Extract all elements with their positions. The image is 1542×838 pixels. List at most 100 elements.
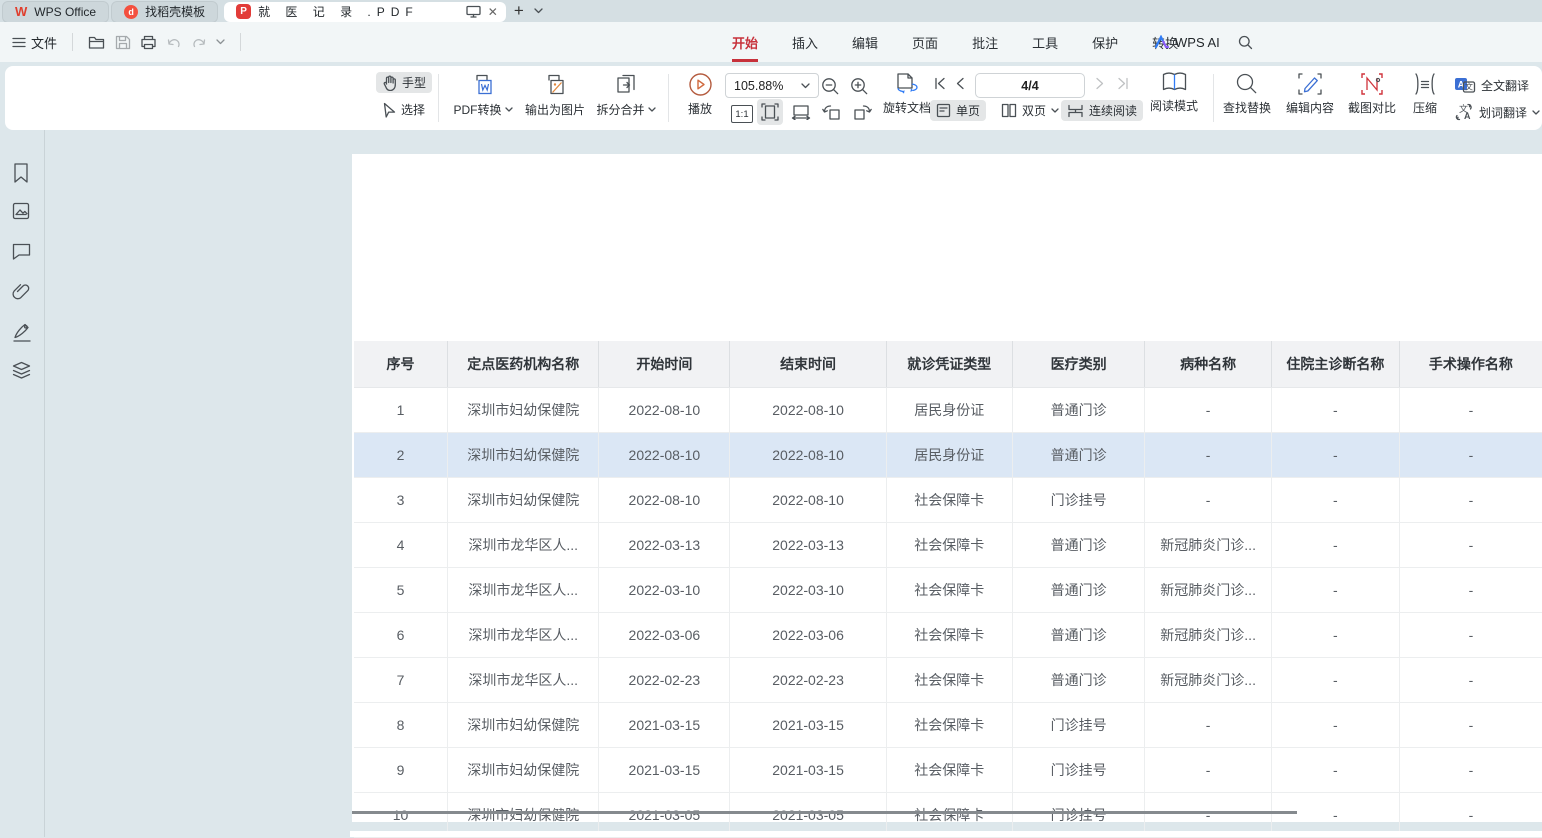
table-cell: 深圳市妇幼保健院 (448, 703, 599, 748)
table-cell: 2021-03-15 (730, 748, 886, 793)
table-cell: 2021-03-15 (730, 703, 886, 748)
menu-tab-3[interactable]: 页面 (910, 29, 940, 56)
play-button[interactable]: 播放 (677, 72, 723, 117)
new-tab-button[interactable]: + (514, 1, 524, 21)
close-icon[interactable]: ✕ (488, 5, 498, 19)
file-menu-button[interactable]: 文件 (12, 33, 57, 52)
rotate-left-button[interactable] (818, 100, 845, 124)
table-cell: 深圳市妇幼保健院 (448, 478, 599, 523)
reading-mode-button[interactable]: 阅读模式 (1145, 70, 1203, 114)
reading-mode-label: 阅读模式 (1150, 97, 1198, 114)
table-cell: - (1271, 703, 1399, 748)
table-row: 6深圳市龙华区人...2022-03-062022-03-06社会保障卡普通门诊… (354, 613, 1542, 658)
wps-ai-icon (1154, 35, 1170, 49)
table-cell: 5 (354, 568, 448, 613)
single-page-icon (936, 103, 951, 118)
table-row: 9深圳市妇幼保健院2021-03-152021-03-15社会保障卡门诊挂号--… (354, 748, 1542, 793)
find-replace-button[interactable]: 查找替换 (1217, 72, 1277, 116)
menu-tab-0[interactable]: 开始 (730, 29, 760, 56)
rotate-right-button[interactable] (849, 100, 876, 124)
docer-icon: d (124, 5, 138, 19)
divider (72, 33, 73, 51)
comment-icon[interactable] (11, 242, 32, 261)
full-text-translate-button[interactable]: A文 全文翻译 (1448, 74, 1535, 96)
ribbon-search-icon[interactable] (1238, 35, 1253, 50)
menu-tab-6[interactable]: 保护 (1090, 29, 1120, 56)
edit-content-button[interactable]: 编辑内容 (1279, 72, 1341, 116)
double-page-label: 双页 (1022, 102, 1046, 119)
compress-icon (1412, 72, 1438, 96)
thumbnail-icon[interactable] (11, 201, 31, 221)
wps-ai-button[interactable]: WPS AI (1154, 35, 1220, 50)
zoom-level-select[interactable]: 105.88% (725, 73, 819, 98)
rotate-document-icon (893, 70, 921, 96)
table-row: 7深圳市龙华区人...2022-02-232022-02-23社会保障卡普通门诊… (354, 658, 1542, 703)
table-cell: 8 (354, 703, 448, 748)
select-tool-button[interactable]: 选择 (376, 99, 431, 120)
export-as-image-button[interactable]: 输出为图片 (519, 72, 591, 118)
tab-wps-office[interactable]: W WPS Office (2, 1, 109, 23)
double-page-button[interactable]: 双页 (995, 100, 1065, 121)
split-merge-button[interactable]: 拆分合并 (593, 72, 659, 118)
fit-width-button[interactable] (788, 102, 814, 123)
continuous-reading-button[interactable]: 连续阅读 (1061, 100, 1143, 121)
full-text-translate-icon: A文 (1454, 76, 1476, 94)
column-header: 就诊凭证类型 (886, 341, 1012, 388)
first-page-button[interactable] (933, 77, 946, 90)
wps-logo-icon: W (15, 4, 27, 19)
monitor-icon[interactable] (466, 5, 481, 18)
table-cell: - (1399, 523, 1542, 568)
table-cell: 1 (354, 388, 448, 433)
tab-list-chevron-icon[interactable] (534, 8, 543, 14)
attachment-icon[interactable] (11, 281, 32, 302)
table-cell: - (1271, 523, 1399, 568)
screenshot-compare-button[interactable]: 截图对比 (1342, 72, 1402, 116)
single-page-button[interactable]: 单页 (930, 100, 986, 121)
horizontal-scrollbar[interactable] (352, 811, 1297, 814)
menu-tab-2[interactable]: 编辑 (850, 29, 880, 56)
table-cell: 6 (354, 613, 448, 658)
zoom-in-button[interactable] (847, 74, 872, 99)
table-cell: 居民身份证 (886, 388, 1012, 433)
layers-icon[interactable] (11, 360, 32, 381)
screenshot-compare-icon (1359, 72, 1385, 96)
save-icon[interactable] (115, 35, 131, 50)
chevron-down-icon (1532, 110, 1540, 115)
zoom-out-button[interactable] (818, 74, 843, 99)
actual-size-button[interactable]: 1:1 (728, 102, 756, 126)
page-indicator-input[interactable]: 4/4 (975, 73, 1085, 98)
previous-page-button[interactable] (955, 77, 965, 90)
undo-redo-chevron-icon[interactable] (216, 39, 225, 45)
pdf-convert-button[interactable]: PDF转换 (450, 72, 516, 118)
table-cell: - (1271, 568, 1399, 613)
menu-tab-4[interactable]: 批注 (970, 29, 1000, 56)
open-folder-icon[interactable] (88, 35, 106, 50)
file-menu-label: 文件 (31, 33, 57, 52)
divider (240, 33, 241, 51)
find-replace-label: 查找替换 (1223, 99, 1271, 116)
continuous-reading-label: 连续阅读 (1089, 102, 1137, 119)
tab-document[interactable]: P 就 医 记 录 .PDF ✕ (224, 2, 506, 22)
table-cell: 新冠肺炎门诊... (1145, 523, 1271, 568)
compress-button[interactable]: 压缩 (1404, 72, 1446, 116)
table-cell: 2022-08-10 (599, 388, 730, 433)
column-header: 医疗类别 (1012, 341, 1145, 388)
print-icon[interactable] (140, 35, 157, 50)
page-indicator-value: 4/4 (1021, 79, 1038, 93)
table-cell: 社会保障卡 (886, 658, 1012, 703)
last-page-button[interactable] (1117, 77, 1130, 90)
undo-icon[interactable] (166, 36, 182, 49)
redo-icon[interactable] (191, 36, 207, 49)
next-page-button[interactable] (1095, 77, 1105, 90)
tab-docer-templates[interactable]: d 找稻壳模板 (111, 1, 218, 23)
menu-tab-5[interactable]: 工具 (1030, 29, 1060, 56)
signature-pen-icon[interactable] (11, 320, 33, 343)
table-cell: 2022-03-13 (730, 523, 886, 568)
hand-tool-button[interactable]: 手型 (376, 72, 432, 93)
fit-page-button[interactable] (757, 99, 783, 125)
table-cell: 深圳市龙华区人... (448, 568, 599, 613)
word-translate-button[interactable]: 文A 划词翻译 (1448, 101, 1542, 123)
menu-tab-1[interactable]: 插入 (790, 29, 820, 56)
svg-text:文: 文 (1465, 82, 1473, 92)
bookmark-icon[interactable] (11, 162, 31, 184)
